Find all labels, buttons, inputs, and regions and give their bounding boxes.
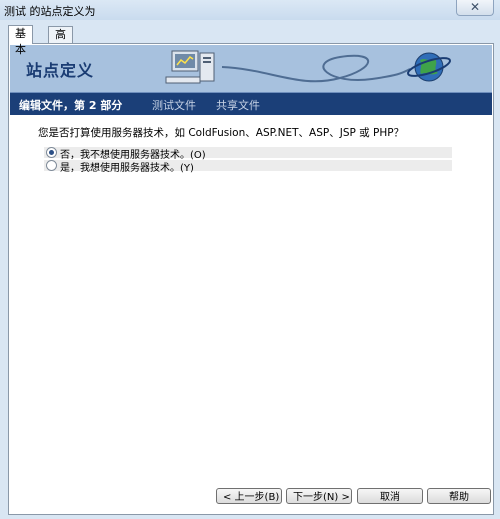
wizard-banner: 站点定义	[10, 45, 492, 92]
close-icon: ✕	[469, 0, 481, 14]
back-button[interactable]: < 上一步(B)	[216, 488, 282, 504]
help-button[interactable]: 帮助	[427, 488, 491, 504]
window-title: 测试 的站点定义为	[4, 5, 96, 18]
step-edit-files-part2: 编辑文件，第 2 部分	[19, 99, 123, 112]
tab-basic[interactable]: 基本	[8, 25, 33, 56]
step-testing-files: 测试文件	[152, 99, 196, 112]
server-technology-question: 您是否打算使用服务器技术，如 ColdFusion、ASP.NET、ASP、JS…	[38, 127, 405, 139]
network-illustration-icon	[165, 50, 452, 84]
window-titlebar: 测试 的站点定义为 ✕	[0, 0, 500, 20]
banner-title: 站点定义	[26, 61, 95, 80]
close-button[interactable]: ✕	[456, 0, 494, 16]
option-yes-label: 是，我想使用服务器技术。(Y)	[60, 163, 194, 174]
option-no-server-technology[interactable]: 否，我不想使用服务器技术。(O)	[44, 147, 452, 161]
radio-yes[interactable]	[46, 160, 57, 171]
option-yes-server-technology[interactable]: 是，我想使用服务器技术。(Y)	[44, 160, 452, 174]
radio-no[interactable]	[46, 147, 57, 158]
step-sharing-files: 共享文件	[216, 99, 260, 112]
radio-selected-indicator	[49, 150, 54, 155]
cancel-button[interactable]: 取消	[357, 488, 423, 504]
site-definition-panel: 站点定义 编辑文件，第 2 部分 测试文件 共享文件 您是否打算使用服务器技术，…	[8, 43, 494, 515]
tab-advanced[interactable]: 高级	[48, 26, 73, 57]
next-button[interactable]: 下一步(N) >	[286, 488, 352, 504]
wizard-step-bar: 编辑文件，第 2 部分 测试文件 共享文件	[10, 92, 492, 115]
